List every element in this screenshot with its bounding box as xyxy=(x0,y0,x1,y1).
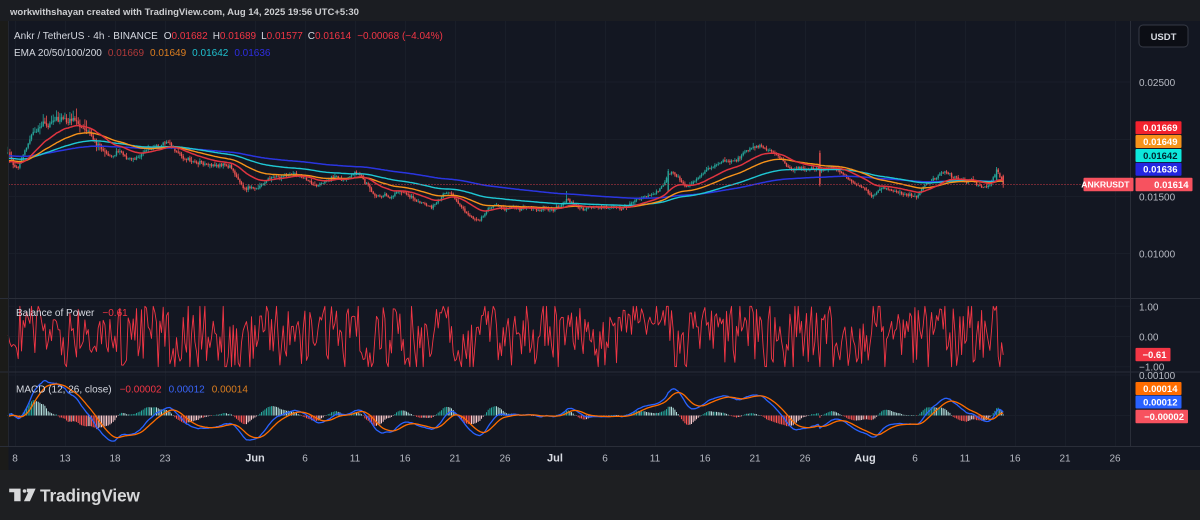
svg-text:0.01669: 0.01669 xyxy=(1143,123,1177,134)
svg-text:13: 13 xyxy=(59,454,71,465)
svg-text:MACD (12, 26, close)−0.000020.: MACD (12, 26, close) −0.00002 0.00012 0.000… xyxy=(16,385,248,396)
svg-text:0.01642: 0.01642 xyxy=(1143,151,1177,162)
svg-text:USDT: USDT xyxy=(1151,32,1177,43)
svg-text:Jun: Jun xyxy=(245,453,265,465)
svg-text:21: 21 xyxy=(749,454,761,465)
svg-text:8: 8 xyxy=(12,454,18,465)
svg-text:Aug: Aug xyxy=(854,453,875,465)
svg-text:Ankr / TetherUS · 4h · BINANCE: Ankr / TetherUS · 4h · BINANCE O0.01682 H0… xyxy=(14,31,443,42)
svg-text:6: 6 xyxy=(602,454,608,465)
svg-text:0.01000: 0.01000 xyxy=(1139,250,1176,261)
svg-text:0.02500: 0.02500 xyxy=(1139,78,1176,89)
svg-text:6: 6 xyxy=(912,454,918,465)
svg-text:0.00: 0.00 xyxy=(1139,333,1159,344)
svg-text:16: 16 xyxy=(699,454,711,465)
svg-text:0.00014: 0.00014 xyxy=(1143,384,1178,395)
svg-text:26: 26 xyxy=(1109,454,1121,465)
svg-text:−0.61: −0.61 xyxy=(1142,350,1167,361)
svg-text:0.01614: 0.01614 xyxy=(1154,180,1189,191)
svg-text:23: 23 xyxy=(159,454,171,465)
svg-text:0.00100: 0.00100 xyxy=(1139,371,1176,382)
svg-text:−0.00002: −0.00002 xyxy=(1144,412,1184,423)
svg-text:Jul: Jul xyxy=(547,453,563,465)
svg-text:16: 16 xyxy=(399,454,411,465)
svg-text:0.00012: 0.00012 xyxy=(1143,397,1177,408)
svg-text:21: 21 xyxy=(1059,454,1071,465)
svg-text:ANKRUSDT: ANKRUSDT xyxy=(1081,180,1130,190)
svg-text:Balance of Power−0.61: Balance of Power −0.61 xyxy=(16,308,128,319)
svg-text:26: 26 xyxy=(799,454,811,465)
svg-text:11: 11 xyxy=(650,454,661,465)
svg-text:11: 11 xyxy=(960,454,971,465)
svg-text:21: 21 xyxy=(449,454,461,465)
svg-text:16: 16 xyxy=(1009,454,1021,465)
svg-text:1.00: 1.00 xyxy=(1139,302,1159,313)
svg-text:0.01636: 0.01636 xyxy=(1143,165,1177,176)
svg-text:6: 6 xyxy=(302,454,308,465)
svg-text:0.01649: 0.01649 xyxy=(1143,137,1177,148)
svg-text:0.01500: 0.01500 xyxy=(1139,193,1176,204)
svg-text:workwithshayan created with Tr: workwithshayan created with TradingView.… xyxy=(9,7,359,18)
svg-text:18: 18 xyxy=(109,454,121,465)
svg-text:11: 11 xyxy=(350,454,361,465)
svg-text:TradingView: TradingView xyxy=(40,486,141,506)
svg-text:26: 26 xyxy=(499,454,511,465)
